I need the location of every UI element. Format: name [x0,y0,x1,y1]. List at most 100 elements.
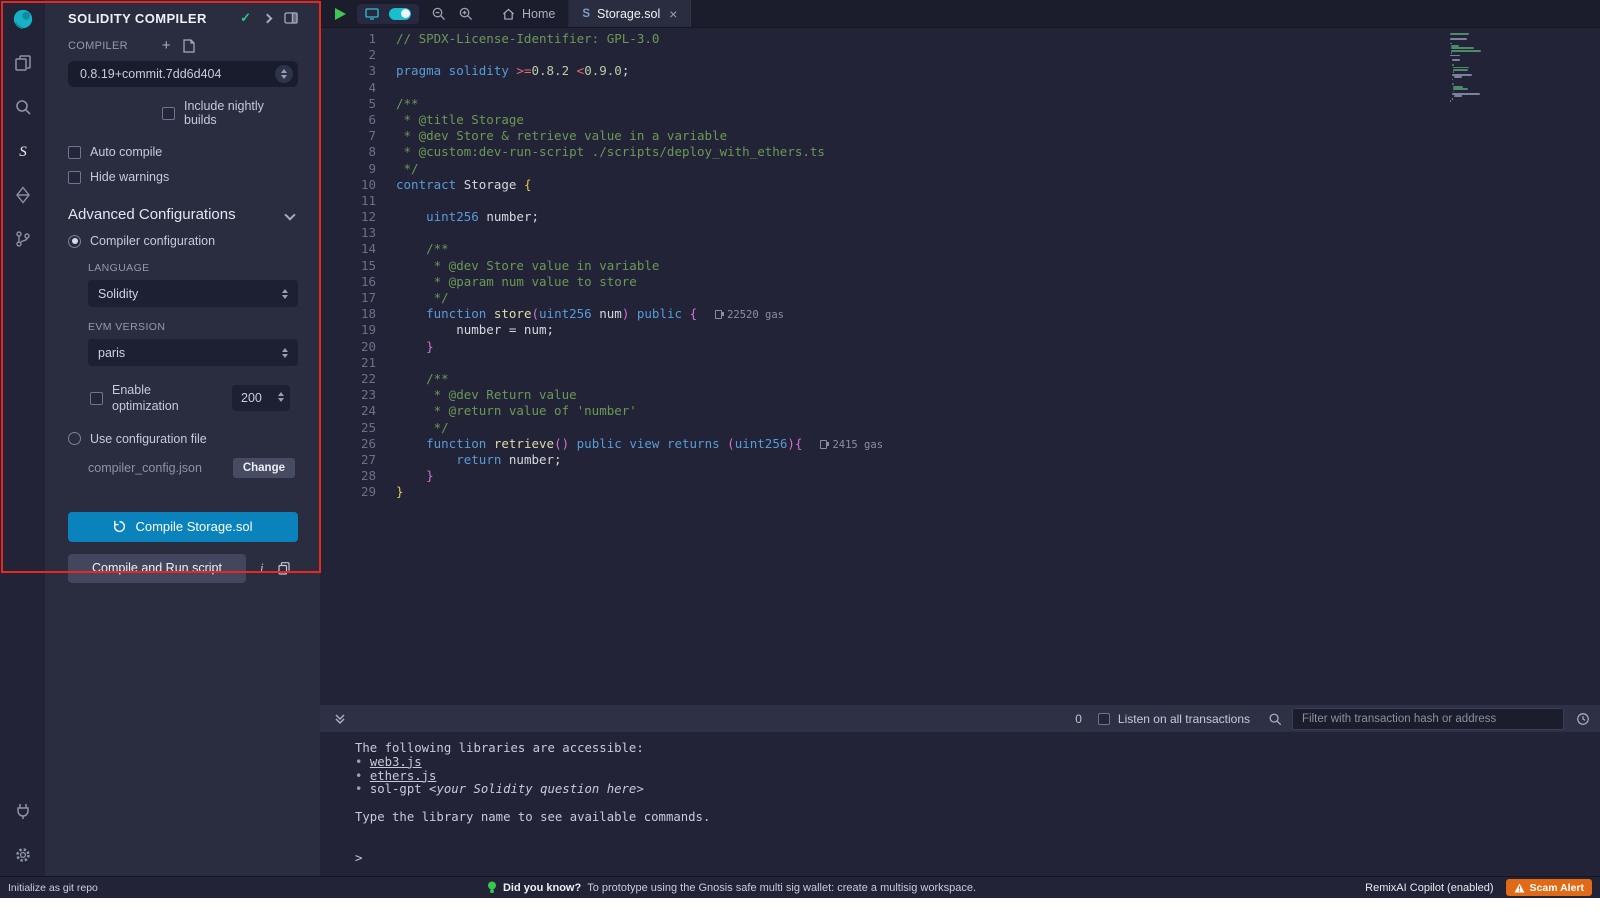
code-line[interactable]: 3pragma solidity >=0.8.2 <0.9.0; [320,63,1600,79]
zoom-out-icon[interactable] [431,6,446,21]
evm-version-select[interactable]: paris [88,339,298,366]
minimap-line [1452,59,1460,61]
code-line[interactable]: 21 [320,355,1600,371]
minimap-line [1452,79,1453,81]
code-line[interactable]: 1// SPDX-License-Identifier: GPL-3.0 [320,31,1600,47]
collapse-terminal-icon[interactable] [334,713,346,725]
code-line[interactable]: 11 [320,193,1600,209]
line-number: 26 [320,436,376,452]
code-line[interactable]: 10contract Storage { [320,177,1600,193]
code-line[interactable]: 28 } [320,468,1600,484]
spinner-icon[interactable] [278,392,284,402]
code-line[interactable]: 5/** [320,96,1600,112]
enable-optimization-checkbox[interactable] [90,392,103,405]
code-line[interactable]: 14 /** [320,241,1600,257]
use-configuration-file-radio[interactable] [68,432,81,445]
code-line[interactable]: 23 * @dev Return value [320,387,1600,403]
code-line[interactable]: 12 uint256 number; [320,209,1600,225]
panel-layout-icon[interactable] [284,12,298,24]
language-select[interactable]: Solidity [88,280,298,307]
terminal-output[interactable]: The following libraries are accessible:•… [320,732,1600,876]
search-icon[interactable] [12,96,34,118]
code-line[interactable]: 13 [320,225,1600,241]
compile-and-run-button[interactable]: Compile and Run script [68,554,246,583]
code-editor[interactable]: 1// SPDX-License-Identifier: GPL-3.023pr… [320,28,1600,705]
minimap-line [1452,83,1454,85]
add-compiler-icon[interactable]: + [162,38,171,53]
change-config-button[interactable]: Change [233,458,295,478]
git-icon[interactable] [12,228,34,250]
hide-warnings-checkbox[interactable] [68,171,81,184]
code-line[interactable]: 6 * @title Storage [320,112,1600,128]
copy-icon[interactable] [278,562,290,575]
auto-compile-checkbox[interactable] [68,146,81,159]
code-line[interactable]: 9 */ [320,161,1600,177]
compiler-configuration-radio[interactable] [68,235,81,248]
terminal-line: Type the library name to see available c… [355,811,1600,825]
plugin-manager-icon[interactable] [12,800,34,822]
transaction-filter-input[interactable] [1292,708,1564,730]
compiler-version-select[interactable]: 0.8.19+commit.7dd6d404 [68,61,298,87]
gas-estimate-badge[interactable]: 2415 gas [820,439,883,451]
deploy-run-icon[interactable] [12,184,34,206]
line-number: 16 [320,274,376,290]
code-line[interactable]: 2 [320,47,1600,63]
git-init-status[interactable]: Initialize as git repo [0,882,98,894]
code-line[interactable]: 22 /** [320,371,1600,387]
code-line[interactable]: 4 [320,80,1600,96]
close-tab-icon[interactable]: × [669,6,677,22]
code-line[interactable]: 8 * @custom:dev-run-script ./scripts/dep… [320,144,1600,160]
editor-minimap[interactable] [1450,33,1522,123]
code-line[interactable]: 29} [320,484,1600,500]
monitor-icon[interactable] [365,8,379,20]
minimap-line [1452,64,1454,66]
code-line[interactable]: 19 number = num; [320,322,1600,338]
line-number: 20 [320,339,376,355]
hide-warnings-row: Hide warnings [68,170,298,184]
code-line[interactable]: 16 * @param num value to store [320,274,1600,290]
open-file-icon[interactable] [183,39,195,53]
terminal-library-link[interactable]: web3.js [370,755,422,769]
chevron-down-icon[interactable] [284,209,295,220]
listen-transactions-label: Listen on all transactions [1118,712,1250,726]
tab-home[interactable]: Home [489,0,569,27]
config-file-row: compiler_config.json Change [88,458,298,478]
nightly-builds-checkbox[interactable] [162,107,175,120]
terminal-search-icon[interactable] [1268,712,1282,726]
copilot-status[interactable]: RemixAI Copilot (enabled) [1365,882,1493,894]
nightly-builds-row: Include nightly builds [162,99,298,127]
solidity-compiler-icon[interactable]: S [12,140,34,162]
history-clock-icon[interactable] [1576,712,1590,726]
version-spinner-icon[interactable] [275,65,293,83]
code-line[interactable]: 24 * @return value of 'number' [320,403,1600,419]
tab-storage-sol[interactable]: S Storage.sol × [569,0,691,27]
app-chrome: S SOLIDITY COMPILER [0,0,1600,898]
code-line[interactable]: 18 function store(uint256 num) public {2… [320,306,1600,322]
editor-topbar: Home S Storage.sol × [320,0,1600,28]
remix-logo[interactable] [12,8,34,30]
code-line[interactable]: 17 */ [320,290,1600,306]
code-line[interactable]: 15 * @dev Store value in variable [320,258,1600,274]
code-line[interactable]: 7 * @dev Store & retrieve value in a var… [320,128,1600,144]
code-line[interactable]: 26 function retrieve() public view retur… [320,436,1600,452]
code-line[interactable]: 25 */ [320,420,1600,436]
run-script-play-icon[interactable] [334,7,347,21]
terminal-library-link[interactable]: ethers.js [370,769,437,783]
compile-button[interactable]: Compile Storage.sol [68,512,298,542]
gas-estimate-badge[interactable]: 22520 gas [715,309,784,321]
settings-icon[interactable] [12,844,34,866]
info-icon[interactable]: i [260,560,264,576]
terminal-prompt[interactable]: > [355,852,1600,866]
use-configuration-file-label: Use configuration file [90,432,207,446]
toggle-switch-icon[interactable] [389,8,411,20]
zoom-in-icon[interactable] [458,6,473,21]
listen-transactions-checkbox[interactable] [1098,713,1110,725]
hide-warnings-label: Hide warnings [90,170,169,184]
file-explorer-icon[interactable] [12,52,34,74]
advanced-configurations-header[interactable]: Advanced Configurations [68,206,298,223]
chevron-right-icon[interactable] [263,13,273,23]
code-line[interactable]: 27 return number; [320,452,1600,468]
did-you-know-tip: Did you know? To prototype using the Gno… [98,881,1365,894]
scam-alert-badge[interactable]: Scam Alert [1506,879,1592,896]
code-line[interactable]: 20 } [320,339,1600,355]
